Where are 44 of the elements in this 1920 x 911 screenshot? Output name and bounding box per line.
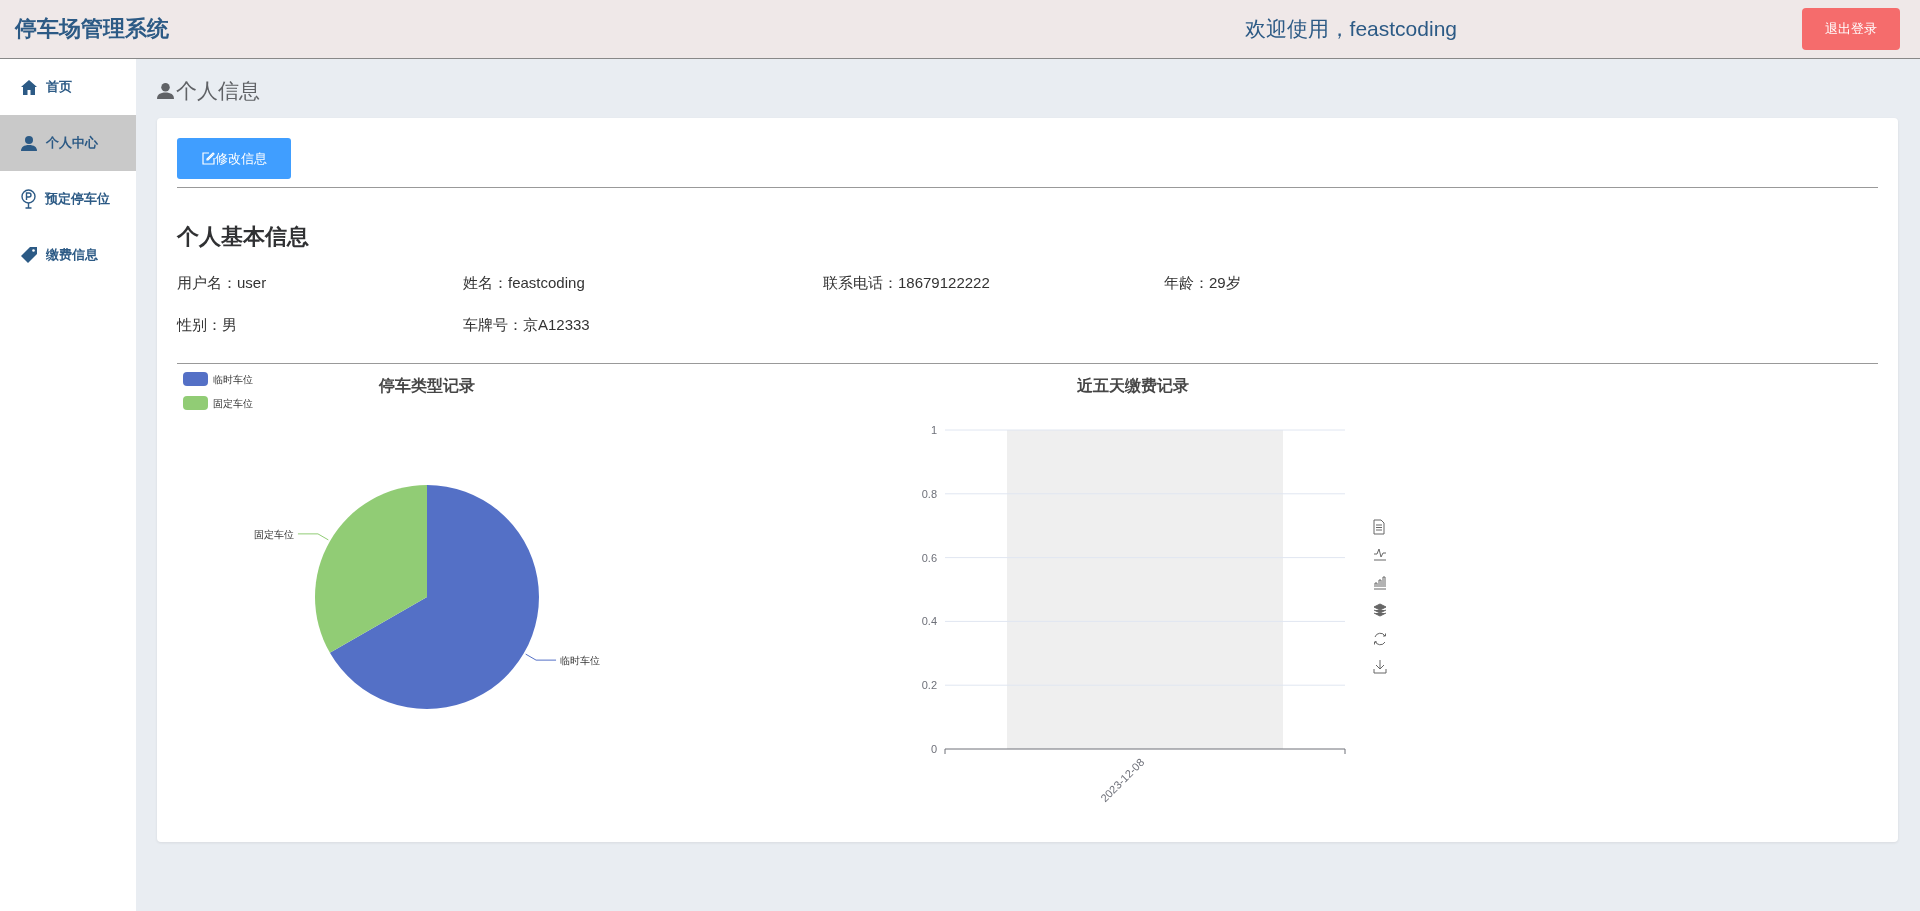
slice-label: 临时车位 [560,655,601,667]
refresh-icon[interactable] [1374,632,1386,646]
legend-label: 固定车位 [213,398,253,409]
sidebar-item[interactable]: 缴费信息 [0,227,136,283]
slice-label: 固定车位 [253,528,294,540]
info-field-text: 用户名：user [177,272,268,293]
app-title: 停车场管理系统 [15,15,170,43]
leader-line [297,533,329,541]
sidebar-item[interactable]: 个人中心 [0,115,136,171]
sidebar-item[interactable]: 预定停车位 [0,171,136,227]
axis-tick-label: 0.8 [921,487,937,500]
axis-tick-label: 1 [930,424,937,436]
axis-tick-label: 0 [930,743,937,755]
axis-tick-label: 0.4 [921,615,937,628]
legend-item[interactable]: 固定车位 [183,396,253,410]
bar-chart-icon[interactable] [1373,576,1387,590]
edit-icon [201,152,215,165]
info-field-text: 年龄：29岁 [1164,272,1242,293]
home-icon [21,79,37,95]
info-field-text: 联系电话：18679122222 [823,272,991,293]
axis-tick-label: 0.2 [921,679,937,692]
page-title: 个人信息 [176,78,260,104]
line-chart-icon[interactable] [1373,548,1387,561]
info-field-text: 姓名：feastcoding [463,272,586,293]
user-icon [157,83,174,99]
legend-label: 临时车位 [213,374,253,385]
info-field-text: 性别：男 [177,314,238,335]
pie-slice[interactable] [315,485,427,653]
pie-slice[interactable] [329,485,539,709]
info-field-text: 车牌号：京A12333 [463,314,591,335]
sidebar-item[interactable]: 首页 [0,59,136,115]
chart-title: 停车类型记录 [379,377,475,394]
user-icon [21,135,37,151]
legend-item[interactable]: 临时车位 [183,372,253,386]
parking-sign-icon [21,189,36,209]
welcome-text: 欢迎使用，feastcoding [1244,16,1457,42]
tag-icon [21,247,37,263]
leader-line [525,653,557,661]
axis-tick-label: 0.6 [921,551,937,564]
document-icon[interactable] [1373,519,1385,535]
stack-icon[interactable] [1373,603,1387,617]
download-icon[interactable] [1373,659,1387,674]
chart-title: 近五天缴费记录 [1077,377,1189,394]
section-heading: 个人基本信息 [177,223,310,251]
